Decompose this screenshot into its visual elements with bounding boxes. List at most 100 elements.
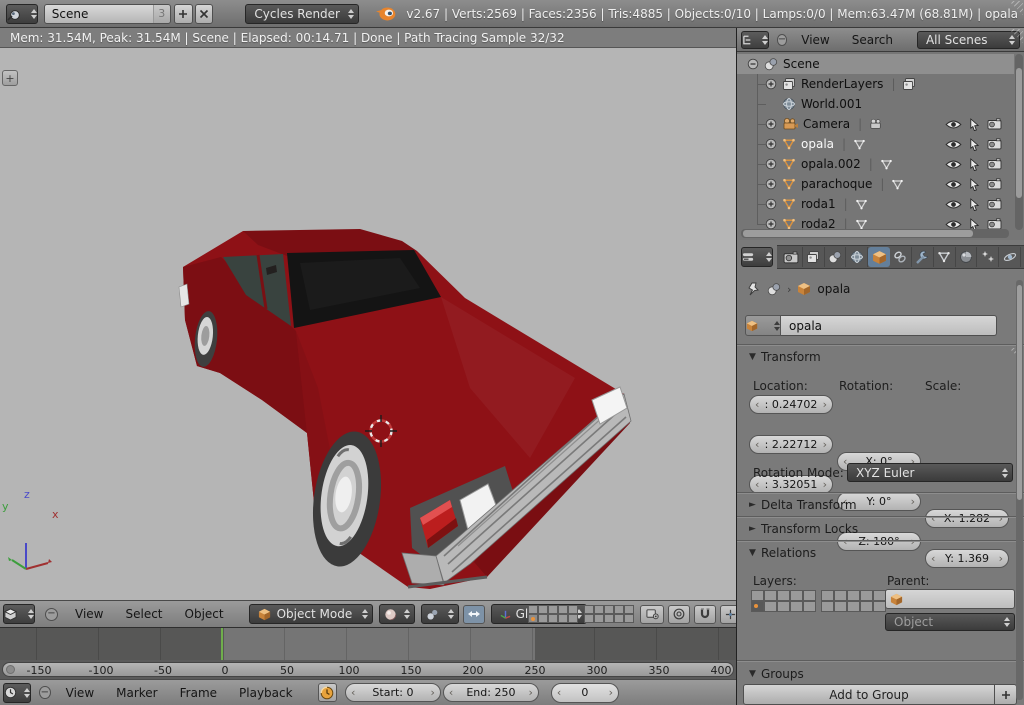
toggle-visible-icon[interactable] bbox=[945, 119, 962, 130]
scale-y-field[interactable]: Y: 1.369 bbox=[925, 549, 1009, 568]
toggle-renderable-icon[interactable] bbox=[987, 198, 1002, 210]
mesh-data-icon[interactable] bbox=[853, 138, 866, 151]
properties-tab-scene[interactable] bbox=[825, 247, 847, 267]
snap-toggle-button[interactable] bbox=[694, 604, 716, 624]
use-preview-range-toggle[interactable] bbox=[317, 683, 337, 702]
toggle-selectable-icon[interactable] bbox=[969, 117, 980, 131]
outliner-item-opala.002[interactable]: opala.002 bbox=[737, 154, 1014, 174]
layer-cell[interactable] bbox=[751, 590, 764, 601]
editor-type-selector-properties[interactable] bbox=[741, 247, 773, 267]
relations-layers-grid-2[interactable] bbox=[821, 590, 886, 612]
menu-frame[interactable]: Frame bbox=[180, 686, 217, 700]
layer-cell[interactable] bbox=[548, 605, 558, 614]
manipulator-toggle[interactable] bbox=[462, 604, 485, 624]
layer-cell[interactable] bbox=[538, 614, 548, 623]
panel-header-transform[interactable]: ▼ Transform bbox=[749, 350, 821, 364]
outliner-item-renderlayers[interactable]: RenderLayers bbox=[737, 74, 1014, 94]
outliner-horizontal-scrollbar[interactable] bbox=[741, 229, 1009, 238]
layer-cell[interactable] bbox=[764, 601, 777, 612]
outliner-item-label[interactable]: opala.002 bbox=[801, 157, 861, 171]
layer-cell[interactable] bbox=[624, 614, 634, 623]
layer-cell[interactable] bbox=[604, 614, 614, 623]
editor-type-selector-info[interactable] bbox=[6, 3, 38, 24]
toggle-visible-icon[interactable] bbox=[945, 139, 962, 150]
id-type-button[interactable] bbox=[745, 315, 781, 336]
layers-grid-2[interactable] bbox=[584, 605, 634, 623]
mesh-data-icon[interactable] bbox=[855, 198, 868, 211]
add-scene-button[interactable] bbox=[173, 3, 193, 24]
outliner-item-world.001[interactable]: World.001 bbox=[737, 94, 1014, 114]
plus-icon[interactable] bbox=[765, 178, 777, 190]
outliner-item-parachoque[interactable]: parachoque bbox=[737, 174, 1014, 194]
layer-cell[interactable] bbox=[821, 601, 834, 612]
object-cube-icon[interactable] bbox=[797, 282, 811, 296]
outliner-item-camera[interactable]: Camera bbox=[737, 114, 1014, 134]
proportional-edit-button[interactable] bbox=[668, 604, 690, 624]
menu-object[interactable]: Object bbox=[185, 607, 224, 621]
layer-cell[interactable] bbox=[847, 601, 860, 612]
outliner-item-label[interactable]: parachoque bbox=[801, 177, 872, 191]
toggle-renderable-icon[interactable] bbox=[987, 138, 1002, 150]
toggle-visible-icon[interactable] bbox=[945, 199, 962, 210]
mesh-data-icon[interactable] bbox=[891, 178, 904, 191]
toggle-selectable-icon[interactable] bbox=[969, 157, 980, 171]
layer-cell[interactable] bbox=[568, 614, 578, 623]
layer-cell[interactable] bbox=[624, 605, 634, 614]
location-y-field[interactable]: : 2.22712 bbox=[749, 435, 833, 454]
panel-header-relations[interactable]: ▼ Relations bbox=[749, 546, 816, 560]
scene-users-count[interactable]: 3 bbox=[152, 4, 170, 23]
properties-tab-render[interactable] bbox=[781, 247, 803, 267]
object-name-input[interactable]: opala bbox=[781, 315, 997, 336]
layer-cell[interactable] bbox=[847, 590, 860, 601]
plus-icon[interactable] bbox=[765, 118, 777, 130]
outliner-item-label[interactable]: roda1 bbox=[801, 197, 836, 211]
menu-marker[interactable]: Marker bbox=[116, 686, 157, 700]
layer-cell[interactable] bbox=[803, 601, 816, 612]
toggle-selectable-icon[interactable] bbox=[969, 197, 980, 211]
outliner-item-roda1[interactable]: roda1 bbox=[737, 194, 1014, 214]
scene-icon[interactable] bbox=[767, 282, 781, 296]
menu-view[interactable]: View bbox=[75, 607, 103, 621]
scale-x-field[interactable]: X: 1.282 bbox=[925, 509, 1009, 528]
car-model[interactable] bbox=[178, 229, 632, 589]
lock-to-scene-button[interactable] bbox=[640, 604, 664, 624]
current-frame-playhead[interactable] bbox=[221, 628, 223, 661]
outliner-vertical-scrollbar[interactable] bbox=[1015, 54, 1023, 230]
layer-cell[interactable] bbox=[764, 590, 777, 601]
parent-object-field[interactable] bbox=[885, 589, 1015, 609]
properties-tab-texture[interactable] bbox=[977, 247, 1000, 267]
editor-type-selector-3dview[interactable] bbox=[3, 604, 35, 624]
toggle-selectable-icon[interactable] bbox=[969, 137, 980, 151]
relations-layers-grid-1[interactable] bbox=[751, 590, 816, 612]
layer-cell[interactable] bbox=[821, 590, 834, 601]
layer-cell[interactable] bbox=[594, 605, 604, 614]
layer-cell[interactable] bbox=[860, 601, 873, 612]
layer-cell[interactable] bbox=[558, 614, 568, 623]
layer-cell[interactable] bbox=[751, 601, 764, 612]
editor-type-selector-timeline[interactable] bbox=[3, 682, 32, 703]
properties-tab-modifiers[interactable] bbox=[912, 247, 934, 267]
properties-tab-object-data[interactable] bbox=[934, 247, 956, 267]
frame-start-field[interactable]: Start: 0 bbox=[344, 683, 441, 702]
3d-viewport[interactable]: z x y + (0) opala bbox=[0, 48, 736, 600]
layer-cell[interactable] bbox=[834, 590, 847, 601]
layer-cell[interactable] bbox=[614, 605, 624, 614]
frame-end-field[interactable]: End: 250 bbox=[442, 683, 539, 702]
toggle-visible-icon[interactable] bbox=[945, 179, 962, 190]
layer-cell[interactable] bbox=[584, 605, 594, 614]
layer-cell[interactable] bbox=[614, 614, 624, 623]
pivot-point-dropdown[interactable] bbox=[420, 604, 459, 624]
menu-select[interactable]: Select bbox=[125, 607, 162, 621]
toggle-visible-icon[interactable] bbox=[945, 159, 962, 170]
outliner-item-label[interactable]: Camera bbox=[803, 117, 850, 131]
toggle-renderable-icon[interactable] bbox=[987, 118, 1002, 130]
layer-cell[interactable] bbox=[777, 590, 790, 601]
timeline-scrollbar-bar[interactable]: -150 -100 -50 0 50 100 150 200 250 300 350 400 bbox=[2, 662, 734, 677]
minus-icon[interactable] bbox=[747, 58, 759, 70]
layer-cell[interactable] bbox=[538, 605, 548, 614]
timeline-scrollbar[interactable]: -150 -100 -50 0 50 100 150 200 250 300 350 400 bbox=[0, 660, 736, 679]
layer-cell[interactable] bbox=[790, 590, 803, 601]
plus-icon[interactable] bbox=[765, 78, 777, 90]
panel-header-transform-locks[interactable]: ► Transform Locks bbox=[749, 522, 858, 536]
delete-scene-button[interactable] bbox=[194, 3, 214, 24]
